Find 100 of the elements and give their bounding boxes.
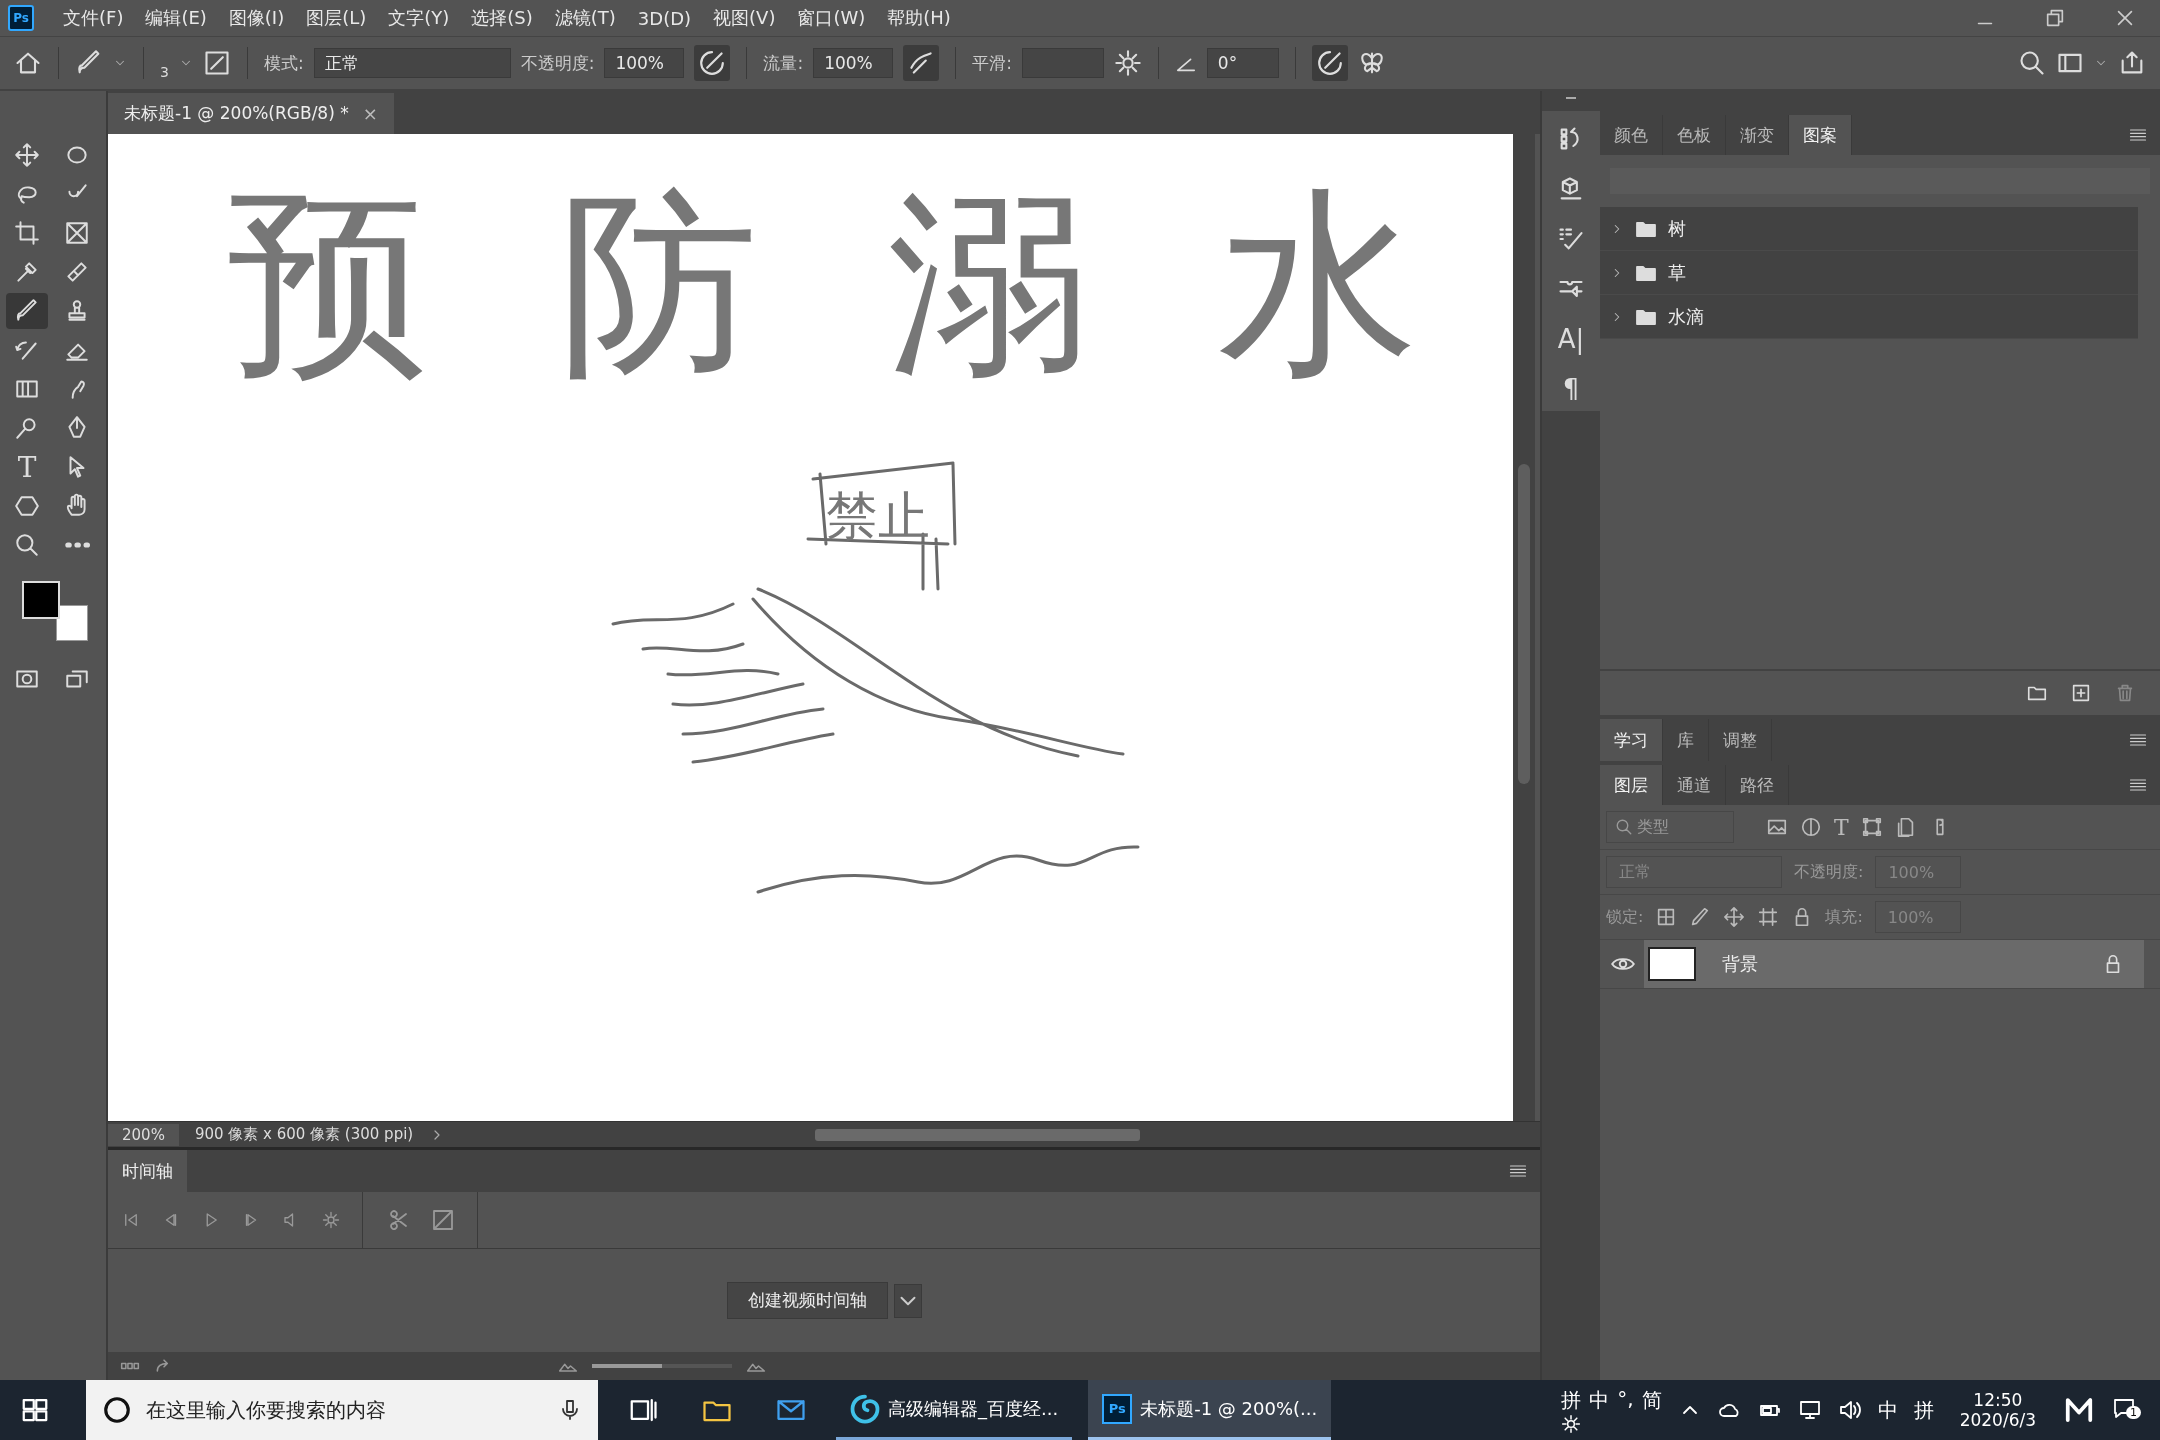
flow-label: 流量: bbox=[763, 51, 804, 75]
transition-icon[interactable] bbox=[431, 1208, 455, 1232]
panel-tab[interactable]: 色板 bbox=[1663, 115, 1726, 155]
menu-item[interactable]: 选择(S) bbox=[460, 6, 544, 30]
sign-text: 禁止 bbox=[826, 485, 930, 548]
angle-field[interactable]: 0° bbox=[1206, 48, 1279, 78]
taskbar-search-field[interactable]: 在这里输入你要搜索的内容 bbox=[86, 1380, 598, 1440]
document-tab[interactable]: 未标题-1 @ 200%(RGB/8) * × bbox=[108, 93, 394, 134]
network-icon[interactable] bbox=[1797, 1398, 1822, 1422]
menu-item[interactable]: 滤镜(T) bbox=[543, 6, 627, 30]
menu-item[interactable]: 帮助(H) bbox=[876, 6, 962, 30]
new-pattern-icon[interactable] bbox=[2070, 682, 2092, 704]
ime-indicator[interactable]: 简 bbox=[1641, 1386, 1662, 1414]
group-name: 水滴 bbox=[1668, 304, 1704, 329]
adjustment-filter-icon[interactable] bbox=[1800, 816, 1822, 838]
create-video-timeline-button[interactable]: 创建视频时间轴 bbox=[726, 1282, 888, 1319]
brush-size[interactable]: 3 bbox=[160, 46, 169, 80]
menu-item[interactable]: 编辑(E) bbox=[134, 6, 218, 30]
opacity-field[interactable]: 100% bbox=[604, 48, 685, 78]
first-icon[interactable] bbox=[122, 1211, 140, 1229]
lock-artboard-icon[interactable] bbox=[1757, 906, 1780, 928]
app-logo: Ps bbox=[8, 5, 34, 31]
zoom-icon bbox=[14, 532, 40, 558]
app-logo: Ps bbox=[1102, 1393, 1133, 1424]
panel-tab[interactable]: 库 bbox=[1663, 719, 1709, 761]
search-icon[interactable] bbox=[2018, 49, 2046, 77]
brush-tool[interactable] bbox=[6, 293, 48, 329]
background-color-swatch[interactable] bbox=[56, 605, 88, 641]
document-size: 900 像素 x 600 像素 (300 ppi) bbox=[193, 1125, 415, 1144]
pattern-group[interactable]: 草 bbox=[1600, 251, 2138, 295]
lock-label: 锁定: bbox=[1606, 906, 1644, 928]
panel-tab[interactable]: 图层 bbox=[1600, 765, 1663, 805]
pattern-group[interactable]: 树 bbox=[1600, 207, 2138, 251]
pressure-opacity-icon[interactable] bbox=[694, 45, 731, 81]
eyedropper-icon bbox=[14, 259, 40, 285]
clock-date[interactable]: 2020/6/3 bbox=[1959, 1410, 2036, 1430]
vertical-scrollbar[interactable] bbox=[1513, 134, 1535, 1121]
lock-move-icon[interactable] bbox=[1723, 906, 1746, 928]
timeline-tab[interactable]: 时间轴 bbox=[108, 1150, 187, 1192]
menu-item[interactable]: 图像(I) bbox=[217, 6, 296, 30]
input-mode-indicator[interactable]: 拼 bbox=[1913, 1396, 1934, 1424]
browser-icon bbox=[850, 1393, 880, 1424]
fill-label: 填充: bbox=[1825, 906, 1863, 928]
smoothing-field[interactable] bbox=[1021, 48, 1104, 78]
flow-field[interactable]: 100% bbox=[813, 48, 894, 78]
menu-item[interactable]: 图层(L) bbox=[295, 6, 378, 30]
opacity-label: 不透明度: bbox=[520, 51, 595, 75]
mode-dropdown[interactable]: 正常 bbox=[313, 48, 511, 78]
layer-thumbnail bbox=[1648, 947, 1696, 981]
clock-time[interactable]: 12:50 bbox=[1973, 1390, 2023, 1410]
ime-indicator[interactable]: 拼 bbox=[1561, 1386, 1582, 1414]
shape-icon bbox=[14, 493, 40, 519]
input-language-indicator[interactable]: 中 bbox=[1877, 1396, 1898, 1424]
handwritten-title: 预防溺水 bbox=[228, 166, 1513, 402]
shape-filter-icon[interactable] bbox=[1860, 816, 1883, 838]
paragraph-panel-button[interactable]: ¶ bbox=[1542, 367, 1600, 411]
type-filter-button[interactable]: T bbox=[1834, 814, 1849, 840]
zoom-level[interactable]: 200% bbox=[108, 1123, 179, 1146]
crop-icon bbox=[14, 220, 40, 246]
notification-count: 1 bbox=[2126, 1405, 2141, 1419]
smoothing-label: 平滑: bbox=[972, 51, 1012, 75]
menu-item[interactable]: 3D(D) bbox=[626, 7, 703, 29]
frame-icon bbox=[64, 220, 90, 246]
panel-tab[interactable]: 学习 bbox=[1600, 719, 1663, 761]
filter-placeholder: 类型 bbox=[1637, 816, 1669, 838]
group-name: 树 bbox=[1668, 216, 1686, 241]
menu-item[interactable]: 文件(F) bbox=[52, 6, 135, 30]
panel-tab[interactable]: 颜色 bbox=[1600, 115, 1663, 155]
dropdown-caret-icon[interactable] bbox=[893, 1283, 922, 1318]
document-title: 未标题-1 @ 200%(RGB/8) * bbox=[124, 102, 349, 125]
brush-panel-icon[interactable] bbox=[202, 49, 231, 77]
character-panel-button[interactable]: A| bbox=[1542, 317, 1600, 361]
foreground-color-swatch[interactable] bbox=[22, 581, 60, 619]
pattern-group[interactable]: 水滴 bbox=[1600, 295, 2138, 339]
mode-label: 模式: bbox=[263, 51, 304, 75]
layer-row[interactable]: 背景 bbox=[1644, 940, 2144, 988]
ime-indicator[interactable]: 中 bbox=[1589, 1386, 1610, 1414]
airbrush-icon[interactable] bbox=[903, 45, 940, 81]
panel-tab[interactable]: 调整 bbox=[1709, 719, 1772, 761]
menu-item[interactable]: 窗口(W) bbox=[786, 6, 877, 30]
zoom-slider-fill[interactable] bbox=[592, 1364, 662, 1368]
opacity-label: 不透明度: bbox=[1794, 861, 1864, 883]
type-tool[interactable]: T bbox=[6, 449, 48, 485]
menu-item[interactable]: 视图(V) bbox=[702, 6, 787, 30]
brush-icon bbox=[14, 298, 40, 324]
panel-tab[interactable]: 通道 bbox=[1663, 765, 1726, 805]
close-tab-button[interactable]: × bbox=[362, 103, 378, 124]
panel-tab[interactable]: 图案 bbox=[1789, 115, 1852, 155]
search-icon bbox=[1615, 818, 1633, 836]
move-icon bbox=[14, 142, 40, 168]
panel-tab[interactable]: 路径 bbox=[1726, 765, 1789, 805]
layer-name: 背景 bbox=[1722, 952, 1758, 976]
volume-icon[interactable] bbox=[1837, 1398, 1862, 1422]
group-name: 草 bbox=[1668, 260, 1686, 285]
menu-item[interactable]: 文字(Y) bbox=[377, 6, 461, 30]
taskbar-app-button[interactable]: Ps 未标题-1 @ 200%(... bbox=[1088, 1380, 1332, 1440]
ime-indicator[interactable]: °, bbox=[1617, 1386, 1634, 1414]
healing-icon bbox=[64, 259, 90, 285]
pressure-size-icon[interactable] bbox=[1311, 45, 1348, 81]
taskbar-app-button[interactable]: 高级编辑器_百度经... bbox=[836, 1380, 1073, 1440]
